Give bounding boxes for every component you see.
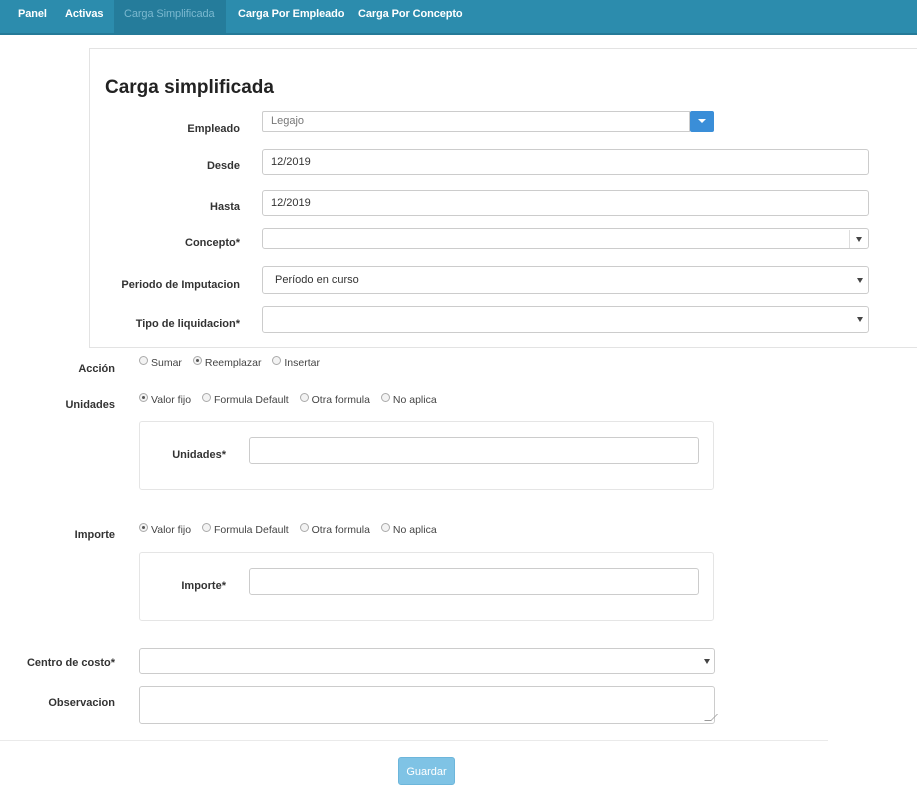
radio-label: Sumar xyxy=(151,357,182,370)
radio-label: Valor fijo xyxy=(151,394,192,407)
observacion-label: Observacion xyxy=(48,697,115,709)
unidades-input[interactable] xyxy=(249,437,699,464)
radio-label: Insertar xyxy=(284,357,320,370)
unidades-radio-formula-default[interactable] xyxy=(202,393,211,405)
observacion-textarea[interactable] xyxy=(139,686,715,724)
page-title: Carga simplificada xyxy=(105,77,274,98)
top-navbar: Panel Activas Carga Simplificada Carga P… xyxy=(0,0,917,35)
accion-radio-sumar[interactable] xyxy=(139,356,148,368)
accion-label: Acción xyxy=(78,363,115,375)
importe-radio-otra-formula[interactable] xyxy=(299,523,309,535)
hasta-input[interactable]: 12/2019 xyxy=(262,190,869,216)
radio-label: Otra formula xyxy=(311,394,370,407)
radio-label: No aplica xyxy=(392,394,437,407)
unidades-radio-valor-fijo[interactable] xyxy=(139,393,148,405)
desde-input[interactable]: 12/2019 xyxy=(262,149,869,175)
chevron-down-icon xyxy=(857,278,863,283)
importe-value-label: Importe* xyxy=(181,580,226,592)
unidades-label: Unidades xyxy=(65,399,115,411)
nav-item-carga-por-concepto[interactable]: Carga Por Concepto xyxy=(348,0,473,33)
radio-label: Valor fijo xyxy=(151,524,192,537)
desde-label: Desde xyxy=(206,160,240,172)
nav-item-activas[interactable]: Activas xyxy=(55,0,113,33)
periodo-select[interactable]: Período en curso xyxy=(262,266,869,294)
importe-label: Importe xyxy=(74,529,115,541)
importe-radio-formula-default[interactable] xyxy=(202,523,211,535)
radio-label: Formula Default xyxy=(214,524,289,537)
importe-radio-valor-fijo[interactable] xyxy=(139,523,148,535)
centro-costo-label: Centro de costo* xyxy=(26,657,115,669)
accion-radio-reemplazar[interactable] xyxy=(192,356,202,368)
empleado-label: Empleado xyxy=(187,123,240,135)
form-divider xyxy=(0,740,828,741)
nav-item-panel[interactable]: Panel xyxy=(8,0,57,33)
save-button[interactable]: Guardar xyxy=(398,757,455,785)
radio-label: Otra formula xyxy=(311,524,370,537)
importe-input[interactable] xyxy=(249,568,699,595)
unidades-radio-otra-formula[interactable] xyxy=(299,393,309,405)
periodo-label: Periodo de Imputacion xyxy=(121,279,240,291)
nav-item-carga-por-empleado[interactable]: Carga Por Empleado xyxy=(228,0,354,33)
accion-radio-group: Sumar Reemplazar Insertar xyxy=(139,356,328,370)
unidades-value-label: Unidades* xyxy=(172,449,226,461)
accion-radio-insertar[interactable] xyxy=(272,356,282,368)
chevron-down-icon xyxy=(856,237,862,242)
importe-radio-no-aplica[interactable] xyxy=(380,523,390,535)
concepto-label: Concepto* xyxy=(185,237,240,249)
centro-costo-select[interactable] xyxy=(139,648,715,674)
tipo-liquidacion-select[interactable] xyxy=(262,306,869,333)
unidades-radio-no-aplica[interactable] xyxy=(380,393,390,405)
radio-label: No aplica xyxy=(392,524,437,537)
radio-label: Reemplazar xyxy=(204,357,262,370)
radio-label: Formula Default xyxy=(214,394,289,407)
hasta-label: Hasta xyxy=(210,201,240,213)
empleado-dropdown-button[interactable] xyxy=(690,111,714,132)
unidades-radio-group: Valor fijo Formula Default Otra formula … xyxy=(139,393,445,407)
chevron-down-icon xyxy=(857,317,863,322)
empleado-select[interactable]: Legajo xyxy=(262,111,690,132)
tipo-liquidacion-label: Tipo de liquidacion* xyxy=(135,318,240,330)
importe-radio-group: Valor fijo Formula Default Otra formula … xyxy=(139,523,445,537)
chevron-down-icon xyxy=(698,119,706,123)
nav-item-carga-simplificada[interactable]: Carga Simplificada xyxy=(114,0,226,33)
concepto-select[interactable] xyxy=(262,228,869,249)
chevron-down-icon xyxy=(704,659,710,664)
concepto-divider xyxy=(849,230,850,248)
